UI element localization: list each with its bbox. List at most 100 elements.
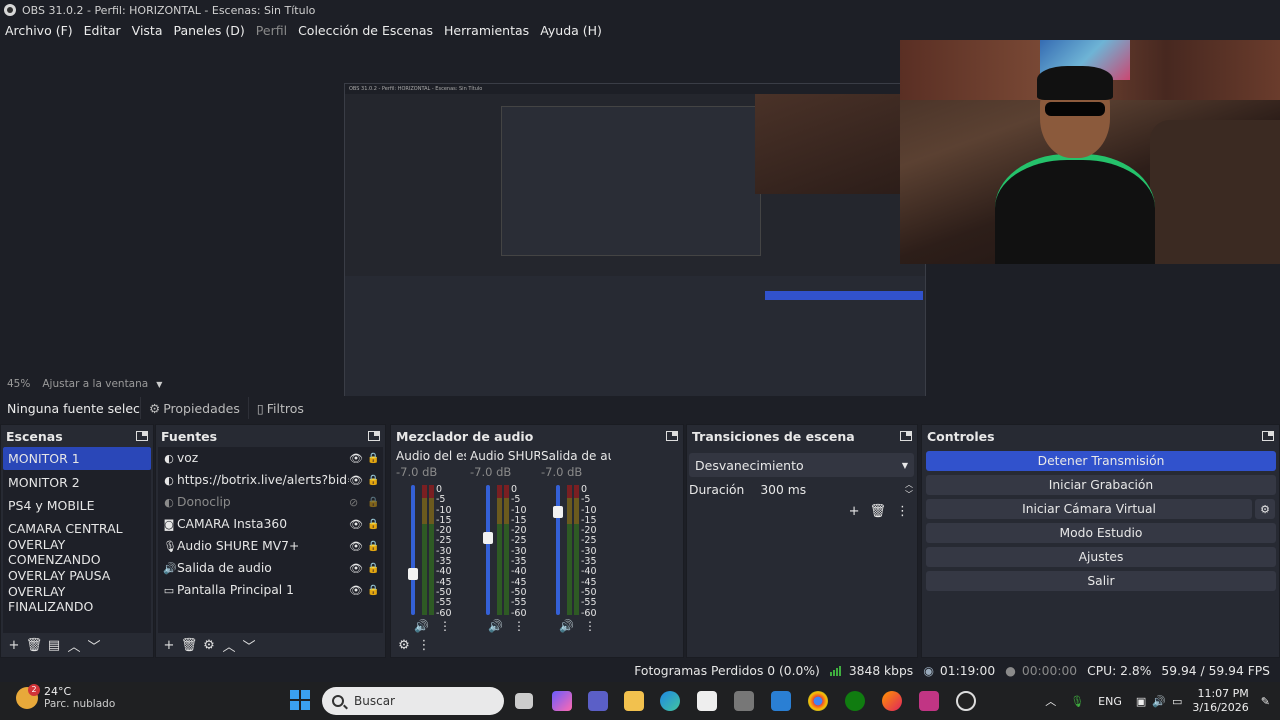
- firefox-icon[interactable]: [882, 691, 902, 711]
- battery-icon[interactable]: ▭: [1172, 695, 1182, 708]
- volume-slider[interactable]: [483, 485, 493, 615]
- add-icon[interactable]: +: [5, 636, 23, 654]
- eye-icon[interactable]: 👁: [349, 540, 363, 553]
- menu-paneles[interactable]: Paneles (D): [174, 23, 245, 38]
- add-icon[interactable]: +: [849, 504, 860, 519]
- volume-slider[interactable]: [408, 485, 418, 615]
- gear-icon[interactable]: ⚙: [1255, 499, 1275, 519]
- lock-icon[interactable]: 🔒: [367, 585, 379, 596]
- lock-icon[interactable]: 🔒: [367, 519, 379, 530]
- language[interactable]: ENG: [1098, 695, 1122, 708]
- source-item[interactable]: ◙ CAMARA Insta360 👁 🔒: [158, 513, 383, 535]
- source-item[interactable]: 🔊 Salida de audio 👁 🔒: [158, 557, 383, 579]
- trash-icon[interactable]: 🗑: [180, 636, 198, 654]
- stop-streaming-button[interactable]: Detener Transmisión: [926, 451, 1276, 471]
- more-icon[interactable]: ⋮: [439, 619, 451, 633]
- more-icon[interactable]: ⋮: [415, 636, 433, 654]
- settings-button[interactable]: Ajustes: [926, 547, 1276, 567]
- undock-icon[interactable]: [368, 431, 380, 441]
- lock-icon[interactable]: 🔒: [367, 563, 379, 574]
- source-item[interactable]: ▭ Pantalla Principal 1 👁 🔒: [158, 579, 383, 601]
- task-view-icon[interactable]: [515, 693, 533, 709]
- eye-icon[interactable]: 👁: [349, 562, 363, 575]
- menu-ayuda[interactable]: Ayuda (H): [540, 23, 602, 38]
- duration-input[interactable]: 300 ms ︿ ﹀: [752, 480, 915, 500]
- chevron-down-icon[interactable]: ▼: [156, 380, 162, 389]
- filter-icon[interactable]: ▤: [45, 636, 63, 654]
- copilot-icon[interactable]: [552, 691, 572, 711]
- unity-icon[interactable]: [734, 691, 754, 711]
- trash-icon[interactable]: 🗑: [25, 636, 43, 654]
- properties-button[interactable]: ⚙ Propiedades: [140, 397, 248, 419]
- more-icon[interactable]: ⋮: [584, 619, 596, 633]
- eye-hidden-icon[interactable]: ⊘: [349, 496, 358, 509]
- volume-slider[interactable]: [553, 485, 563, 615]
- weather-widget[interactable]: 2 24°C Parc. nublado: [16, 684, 115, 711]
- zoom-fit-label[interactable]: Ajustar a la ventana: [42, 378, 148, 390]
- chevron-down-icon[interactable]: ﹀: [240, 636, 258, 655]
- chevron-down-icon[interactable]: ﹀: [85, 636, 103, 655]
- scene-item[interactable]: PS4 y MOBILE: [3, 494, 151, 517]
- eye-icon[interactable]: 👁: [349, 452, 363, 465]
- eye-icon[interactable]: 👁: [349, 474, 363, 487]
- xbox-icon[interactable]: [845, 691, 865, 711]
- media-icon[interactable]: [919, 691, 939, 711]
- preview-canvas[interactable]: OBS 31.0.2 - Perfil: HORIZONTAL - Escena…: [0, 40, 1280, 411]
- undock-icon[interactable]: [666, 431, 678, 441]
- teams-icon[interactable]: [588, 691, 608, 711]
- volume-knob[interactable]: [408, 568, 418, 580]
- volume-knob[interactable]: [553, 506, 563, 518]
- undock-icon[interactable]: [1262, 431, 1274, 441]
- file-explorer-icon[interactable]: [624, 691, 644, 711]
- store-icon[interactable]: [697, 691, 717, 711]
- obs-icon[interactable]: [956, 691, 976, 711]
- windows-start-icon[interactable]: [290, 690, 310, 710]
- lock-icon[interactable]: 🔒: [367, 541, 379, 552]
- volume-knob[interactable]: [483, 532, 493, 544]
- edge-icon[interactable]: [660, 691, 680, 711]
- speaker-icon[interactable]: 🔊: [559, 619, 574, 633]
- speaker-icon[interactable]: 🔊: [414, 619, 429, 633]
- trash-icon[interactable]: 🗑: [869, 504, 886, 519]
- eye-icon[interactable]: 👁: [349, 584, 363, 597]
- menu-perfil[interactable]: Perfil: [256, 23, 287, 38]
- undock-icon[interactable]: [136, 431, 148, 441]
- more-icon[interactable]: ⋮: [896, 504, 909, 519]
- menu-herramientas[interactable]: Herramientas: [444, 23, 529, 38]
- taskbar-search[interactable]: Buscar: [322, 687, 504, 715]
- volume-icon[interactable]: 🔊: [1152, 695, 1166, 708]
- notification-icon[interactable]: ✎: [1261, 695, 1270, 708]
- lock-icon[interactable]: 🔒: [367, 453, 379, 464]
- start-virtual-camera-button[interactable]: Iniciar Cámara Virtual: [926, 499, 1252, 519]
- lock-icon[interactable]: 🔒: [367, 475, 379, 486]
- lock-icon[interactable]: 🔒: [367, 497, 379, 508]
- source-item[interactable]: ◐ voz 👁 🔒: [158, 447, 383, 469]
- chevron-up-icon[interactable]: ︿: [220, 636, 238, 655]
- scene-item[interactable]: MONITOR 2: [3, 470, 151, 493]
- network-icon[interactable]: ▣: [1136, 695, 1146, 708]
- spinner-icon[interactable]: ︿ ﹀: [905, 480, 913, 500]
- chevron-up-icon[interactable]: ︿: [65, 636, 83, 655]
- gear-icon[interactable]: ⚙: [200, 636, 218, 654]
- menu-archivo[interactable]: Archivo (F): [5, 23, 73, 38]
- scene-item[interactable]: OVERLAY COMENZANDO: [3, 537, 151, 567]
- menu-editar[interactable]: Editar: [84, 23, 121, 38]
- menu-coleccion-escenas[interactable]: Colección de Escenas: [298, 23, 433, 38]
- add-icon[interactable]: +: [160, 636, 178, 654]
- advanced-audio-icon[interactable]: ⚙: [395, 636, 413, 654]
- transition-select[interactable]: Desvanecimiento ▼: [689, 453, 914, 477]
- microphone-icon[interactable]: 🎙: [1070, 695, 1084, 708]
- scene-item[interactable]: OVERLAY FINALIZANDO: [3, 584, 151, 614]
- source-item[interactable]: 🎙 Audio SHURE MV7+ 👁 🔒: [158, 535, 383, 557]
- eye-icon[interactable]: 👁: [349, 518, 363, 531]
- more-icon[interactable]: ⋮: [513, 619, 525, 633]
- start-recording-button[interactable]: Iniciar Grabación: [926, 475, 1276, 495]
- source-item[interactable]: ◐https://botrix.live/alerts?bid=8Kw👁 🔒: [158, 469, 383, 491]
- undock-icon[interactable]: [900, 431, 912, 441]
- speaker-icon[interactable]: 🔊: [488, 619, 503, 633]
- menu-vista[interactable]: Vista: [132, 23, 163, 38]
- source-item[interactable]: ◐ Donoclip ⊘ 🔒: [158, 491, 383, 513]
- clock[interactable]: 11:07 PM 3/16/2026: [1192, 687, 1248, 715]
- studio-mode-button[interactable]: Modo Estudio: [926, 523, 1276, 543]
- exit-button[interactable]: Salir: [926, 571, 1276, 591]
